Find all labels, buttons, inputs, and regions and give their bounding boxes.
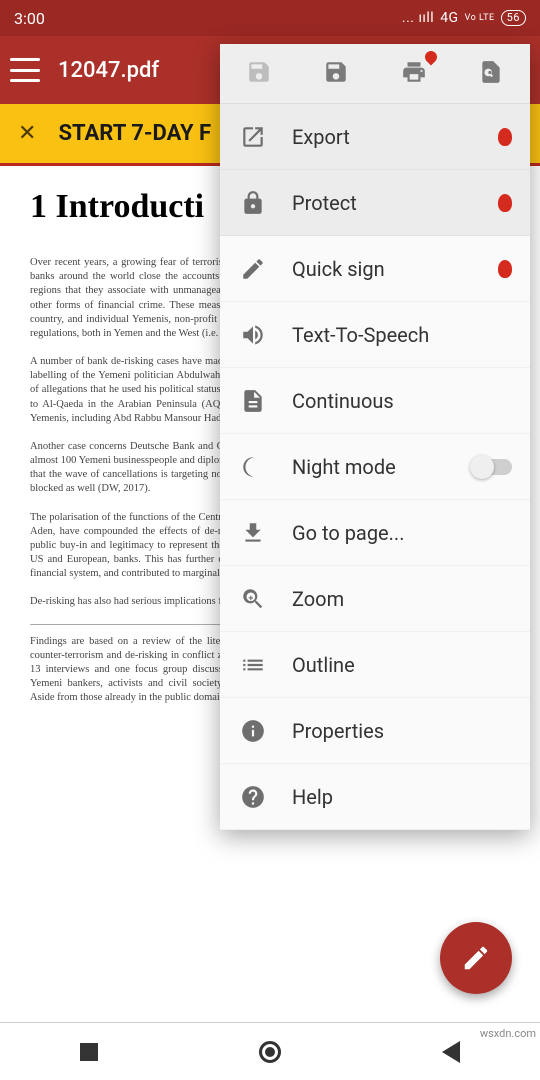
menu-label: Text-To-Speech (292, 323, 429, 347)
menu-item-zoom[interactable]: Zoom (220, 566, 530, 632)
menu-item-continuous[interactable]: Continuous (220, 368, 530, 434)
menu-label: Zoom (292, 587, 344, 611)
menu-label: Protect (292, 191, 357, 215)
nav-home-icon[interactable] (259, 1041, 281, 1063)
menu-label: Continuous (292, 389, 394, 413)
system-nav-bar (0, 1022, 540, 1080)
lock-icon (240, 190, 266, 216)
menu-item-quicksign[interactable]: Quick sign (220, 236, 530, 302)
save-icon[interactable] (246, 59, 272, 89)
status-bar: 3:00 ... ııll 4G Vo LTE 56 (0, 0, 540, 36)
premium-ribbon-icon (498, 128, 512, 146)
status-time: 3:00 (14, 9, 45, 28)
menu-item-tts[interactable]: Text-To-Speech (220, 302, 530, 368)
status-right: ... ııll 4G Vo LTE 56 (402, 10, 526, 26)
speaker-icon (240, 322, 266, 348)
menu-label: Properties (292, 719, 384, 743)
banner-text: START 7-DAY F (58, 121, 211, 146)
menu-label: Help (292, 785, 333, 809)
menu-label: Quick sign (292, 257, 385, 281)
find-icon[interactable] (478, 59, 504, 89)
pencil-icon (461, 943, 491, 973)
menu-item-protect[interactable]: Protect (220, 170, 530, 236)
night-mode-toggle[interactable] (472, 459, 512, 475)
menu-label: Go to page... (292, 521, 404, 545)
menu-item-export[interactable]: Export (220, 104, 530, 170)
save-as-icon[interactable] (323, 59, 349, 89)
watermark: wsxdn.com (480, 1027, 536, 1040)
menu-item-goto[interactable]: Go to page... (220, 500, 530, 566)
close-icon[interactable]: ✕ (18, 121, 36, 146)
menu-label: Export (292, 125, 350, 149)
menu-toolbar (220, 44, 530, 104)
menu-label: Outline (292, 653, 355, 677)
premium-ribbon-icon (498, 260, 512, 278)
export-icon (240, 124, 266, 150)
nav-back-icon[interactable] (442, 1041, 460, 1063)
nav-recent-icon[interactable] (80, 1043, 98, 1061)
menu-item-nightmode[interactable]: Night mode (220, 434, 530, 500)
edit-fab[interactable] (440, 922, 512, 994)
sign-icon (240, 256, 266, 282)
premium-ribbon-icon (498, 194, 512, 212)
menu-label: Night mode (292, 455, 396, 479)
document-title: 12047.pdf (58, 58, 159, 83)
signal-dots: ... ııll (402, 10, 434, 26)
menu-icon[interactable] (10, 58, 40, 82)
volte-indicator: Vo LTE (465, 14, 495, 23)
help-icon (240, 784, 266, 810)
battery-level: 56 (501, 10, 526, 26)
moon-icon (240, 454, 266, 480)
zoom-icon (240, 586, 266, 612)
page-icon (240, 388, 266, 414)
menu-item-properties[interactable]: Properties (220, 698, 530, 764)
overflow-menu: Export Protect Quick sign Text-To-Speech… (220, 44, 530, 830)
network-type: 4G (440, 10, 458, 26)
menu-item-help[interactable]: Help (220, 764, 530, 830)
print-icon[interactable] (401, 59, 427, 89)
menu-item-outline[interactable]: Outline (220, 632, 530, 698)
download-icon (240, 520, 266, 546)
info-icon (240, 718, 266, 744)
outline-icon (240, 652, 266, 678)
